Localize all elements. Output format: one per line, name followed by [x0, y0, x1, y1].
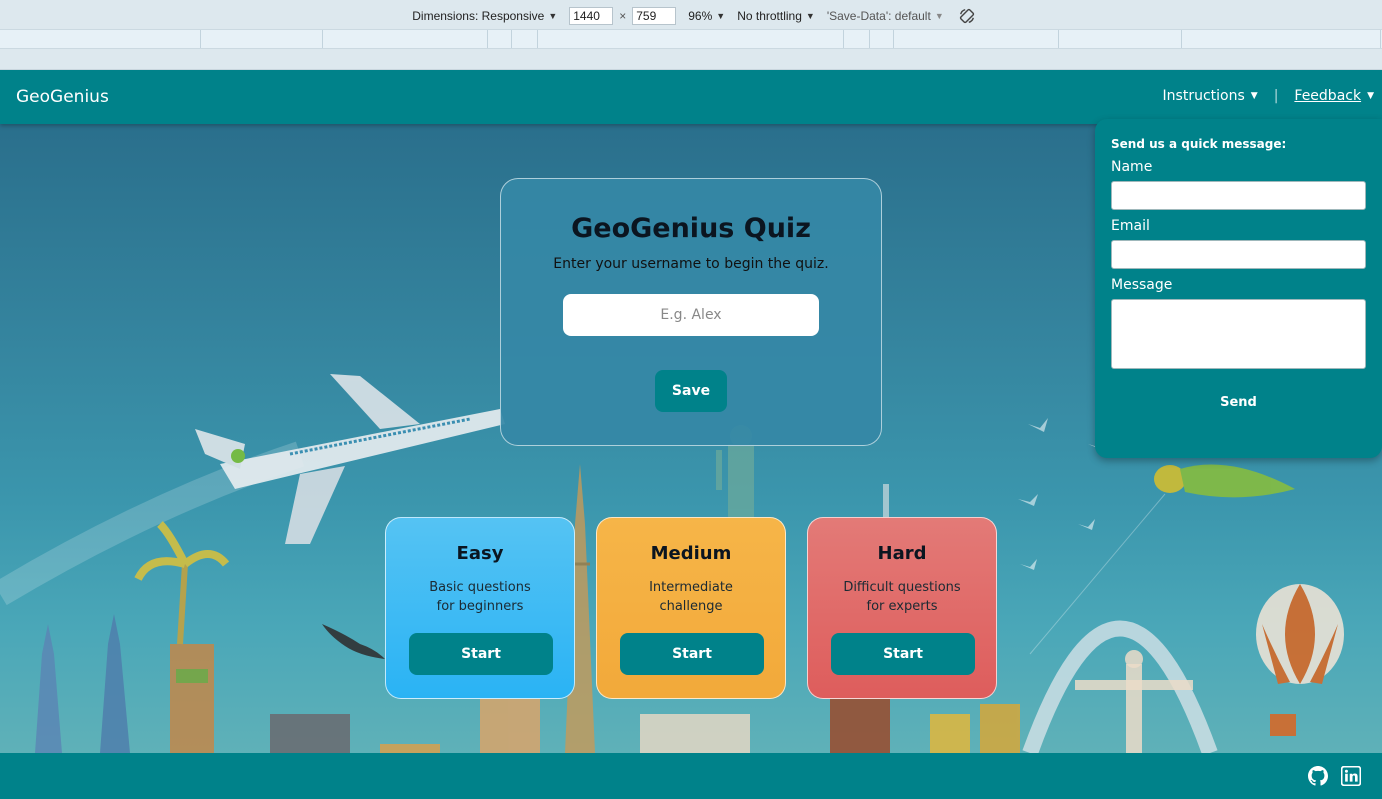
- github-icon[interactable]: [1308, 766, 1328, 786]
- caret-down-icon: ▼: [548, 11, 558, 21]
- ruler-segment[interactable]: [869, 30, 870, 48]
- ruler-segment[interactable]: [322, 30, 323, 48]
- width-input[interactable]: [569, 7, 614, 25]
- eagle-icon: [322, 624, 385, 659]
- name-label: Name: [1111, 159, 1153, 175]
- gateway-arch-icon: [1022, 620, 1218, 756]
- medium-level-card: Medium Intermediate challenge Start: [596, 517, 786, 699]
- height-input[interactable]: [632, 7, 677, 25]
- name-field[interactable]: [1111, 181, 1366, 210]
- feedback-dropdown[interactable]: Feedback ▼: [1294, 88, 1374, 104]
- username-input[interactable]: [563, 294, 819, 336]
- brand-logo[interactable]: GeoGenius: [16, 87, 109, 107]
- message-field[interactable]: [1111, 299, 1366, 369]
- throttling-dropdown[interactable]: No throttling ▼: [737, 9, 815, 23]
- feedback-heading: Send us a quick message:: [1111, 137, 1287, 151]
- level-description: Basic questions for beginners: [410, 578, 550, 616]
- media-query-ruler[interactable]: [0, 29, 1382, 49]
- start-hard-button[interactable]: Start: [831, 633, 975, 675]
- ruler-segment[interactable]: [893, 30, 894, 48]
- dimensions-label: Dimensions: Responsive: [412, 9, 545, 23]
- devtools-device-bar: Dimensions: Responsive ▼ × 96% ▼ No thro…: [0, 4, 1382, 28]
- level-title: Hard: [877, 543, 927, 564]
- level-description: Difficult questions for experts: [832, 578, 972, 616]
- caret-down-icon: ▼: [1250, 91, 1258, 101]
- ruler-segment[interactable]: [487, 30, 488, 48]
- times-label: ×: [619, 9, 627, 23]
- save-button[interactable]: Save: [655, 370, 727, 412]
- level-description-line: challenge: [659, 599, 723, 614]
- ruler-segment[interactable]: [537, 30, 538, 48]
- start-easy-button[interactable]: Start: [409, 633, 553, 675]
- send-button[interactable]: Send: [1220, 395, 1257, 410]
- email-field[interactable]: [1111, 240, 1366, 269]
- hot-air-balloon-icon: [1256, 584, 1344, 736]
- instructions-dropdown[interactable]: Instructions ▼: [1163, 88, 1258, 104]
- viewport-size: ×: [569, 7, 677, 25]
- dragon-kite-icon: [1029, 464, 1295, 655]
- zoom-dropdown[interactable]: 96% ▼: [688, 9, 725, 23]
- ruler-segment[interactable]: [843, 30, 844, 48]
- feedback-label: Feedback: [1294, 88, 1362, 104]
- quiz-title: GeoGenius Quiz: [571, 213, 811, 244]
- level-description-line: for experts: [866, 599, 938, 614]
- start-medium-button[interactable]: Start: [620, 633, 764, 675]
- level-description-line: Intermediate: [649, 580, 733, 595]
- caret-down-icon: ▼: [805, 11, 815, 21]
- dimensions-dropdown[interactable]: Dimensions: Responsive ▼: [412, 9, 557, 23]
- ruler-segment[interactable]: [511, 30, 512, 48]
- easy-level-card: Easy Basic questions for beginners Start: [385, 517, 575, 699]
- footer: [0, 753, 1382, 799]
- ruler-segment[interactable]: [200, 30, 201, 48]
- zoom-label: 96%: [688, 9, 713, 23]
- caret-down-icon: ▼: [716, 11, 726, 21]
- throttling-label: No throttling: [737, 9, 802, 23]
- page-viewport: GeoGenius Instructions ▼ | Feedback ▼ Ge…: [0, 70, 1382, 799]
- palm-tree-icon: [134, 521, 230, 645]
- level-description-line: Difficult questions: [843, 580, 961, 595]
- caret-down-icon: ▼: [1367, 91, 1374, 101]
- save-data-dropdown[interactable]: 'Save-Data': default ▼: [827, 9, 944, 23]
- rotate-icon[interactable]: [958, 7, 976, 25]
- level-description: Intermediate challenge: [621, 578, 761, 616]
- feedback-form-panel: Send us a quick message: Name Email Mess…: [1095, 119, 1382, 458]
- level-description-line: for beginners: [436, 599, 524, 614]
- email-label: Email: [1111, 218, 1150, 234]
- level-title: Medium: [650, 543, 732, 564]
- message-label: Message: [1111, 277, 1173, 293]
- level-title: Easy: [456, 543, 504, 564]
- navbar: GeoGenius Instructions ▼ | Feedback ▼: [0, 70, 1382, 124]
- ruler-segment[interactable]: [1058, 30, 1059, 48]
- nav-links: Instructions ▼ | Feedback ▼: [1163, 88, 1374, 104]
- ruler-segment[interactable]: [1181, 30, 1182, 48]
- linkedin-icon[interactable]: [1341, 766, 1361, 786]
- devtools-toolbar: Dimensions: Responsive ▼ × 96% ▼ No thro…: [0, 0, 1382, 70]
- save-data-label: 'Save-Data': default: [826, 9, 931, 23]
- bottom-buildings-icon: [270, 699, 1020, 753]
- level-description-line: Basic questions: [429, 580, 531, 595]
- instructions-label: Instructions: [1162, 88, 1245, 104]
- skyscrapers-icon: [35, 614, 214, 753]
- username-card: GeoGenius Quiz Enter your username to be…: [500, 178, 882, 446]
- nav-separator: |: [1273, 88, 1279, 104]
- caret-down-icon: ▼: [934, 11, 944, 21]
- quiz-subtitle: Enter your username to begin the quiz.: [553, 256, 829, 272]
- birds-icon: [1018, 418, 1105, 570]
- ruler-segment[interactable]: [1380, 30, 1381, 48]
- hard-level-card: Hard Difficult questions for experts Sta…: [807, 517, 997, 699]
